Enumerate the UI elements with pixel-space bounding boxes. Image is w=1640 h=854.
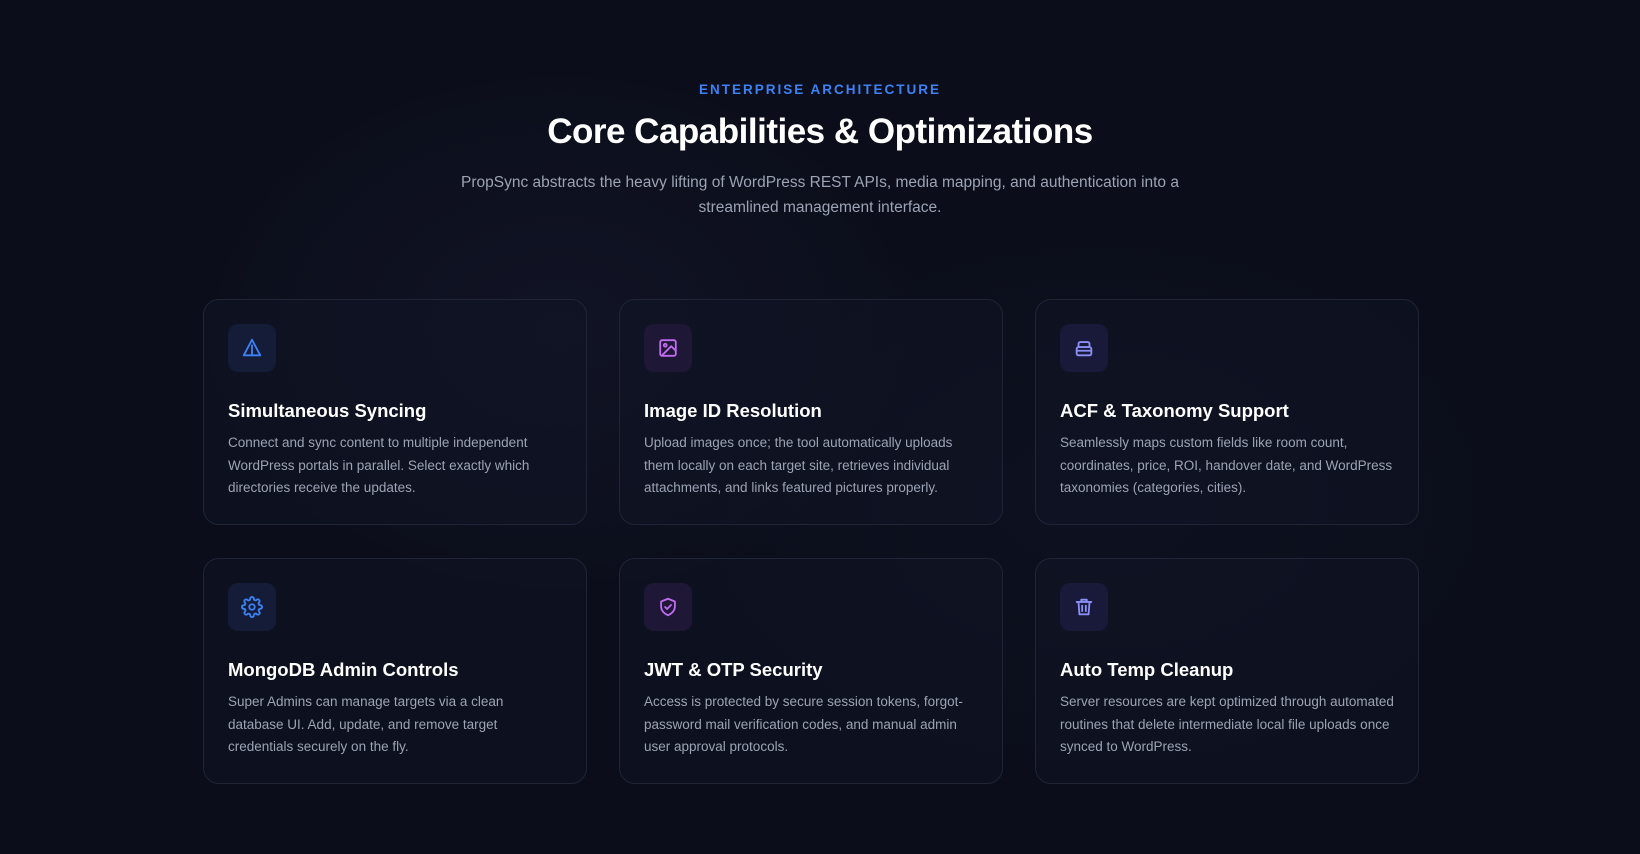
feature-title: ACF & Taxonomy Support	[1060, 400, 1289, 421]
feature-description: Server resources are kept optimized thro…	[1060, 694, 1394, 754]
section-subtitle: PropSync abstracts the heavy lifting of …	[461, 174, 1179, 216]
shield-check-icon	[644, 583, 692, 631]
feature-title: MongoDB Admin Controls	[228, 659, 459, 680]
feature-title: Auto Temp Cleanup	[1060, 659, 1234, 680]
feature-card-auto-temp-cleanup: Auto Temp Cleanup Server resources are k…	[1035, 558, 1419, 784]
gear-icon	[228, 583, 276, 631]
feature-card-jwt-otp-security: JWT & OTP Security Access is protected b…	[619, 558, 1003, 784]
archive-stack-icon	[1060, 324, 1108, 372]
feature-description: Connect and sync content to multiple ind…	[228, 435, 530, 495]
feature-description: Super Admins can manage targets via a cl…	[228, 694, 504, 754]
trash-icon	[1060, 583, 1108, 631]
feature-title: Simultaneous Syncing	[228, 400, 427, 421]
feature-description: Upload images once; the tool automatical…	[644, 435, 953, 495]
image-icon	[644, 324, 692, 372]
section-eyebrow: ENTERPRISE ARCHITECTURE	[698, 82, 941, 97]
feature-description: Access is protected by secure session to…	[644, 694, 963, 754]
feature-card-simultaneous-syncing: Simultaneous Syncing Connect and sync co…	[203, 299, 587, 525]
feature-title: Image ID Resolution	[644, 400, 822, 421]
feature-title: JWT & OTP Security	[644, 659, 823, 680]
feature-description: Seamlessly maps custom fields like room …	[1060, 435, 1393, 495]
section-title: Core Capabilities & Optimizations	[547, 112, 1093, 151]
feature-card-acf-taxonomy-support: ACF & Taxonomy Support Seamlessly maps c…	[1035, 299, 1419, 525]
features-grid: Simultaneous Syncing Connect and sync co…	[203, 299, 1419, 784]
navigation-triangle-icon	[228, 324, 276, 372]
feature-card-image-id-resolution: Image ID Resolution Upload images once; …	[619, 299, 1003, 525]
feature-card-mongodb-admin-controls: MongoDB Admin Controls Super Admins can …	[203, 558, 587, 784]
